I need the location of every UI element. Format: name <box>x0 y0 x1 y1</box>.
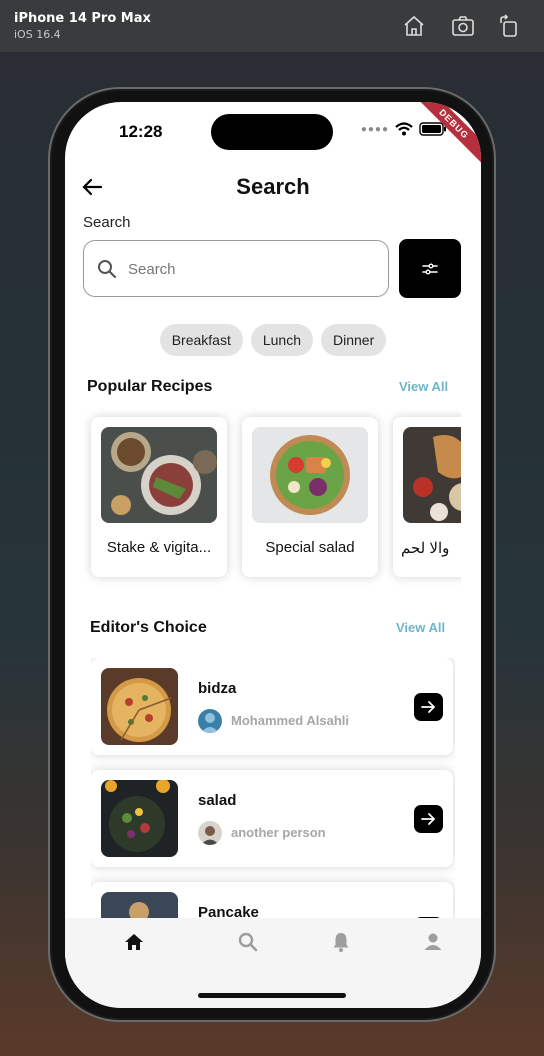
filter-button[interactable] <box>399 239 461 298</box>
signal-icon: ●●●● <box>360 123 389 135</box>
chip-lunch[interactable]: Lunch <box>250 324 314 356</box>
avatar <box>198 821 222 845</box>
simulator-os-version: iOS 16.4 <box>14 28 61 41</box>
search-field[interactable] <box>83 240 389 297</box>
nav-search[interactable] <box>236 930 260 954</box>
arrow-right-icon <box>421 813 436 825</box>
recipe-name: salad <box>198 792 237 809</box>
popular-recipes-title: Popular Recipes <box>87 378 213 395</box>
nav-profile[interactable] <box>421 930 445 954</box>
home-icon[interactable] <box>402 14 426 38</box>
recipe-image <box>403 427 461 523</box>
list-item[interactable]: bidza Mohammed Alsahli <box>91 658 453 755</box>
chip-breakfast[interactable]: Breakfast <box>159 324 243 356</box>
simulator-device-name: iPhone 14 Pro Max <box>14 11 151 26</box>
open-recipe-button[interactable] <box>414 805 443 833</box>
arrow-right-icon <box>421 701 436 713</box>
recipe-name: bidza <box>198 680 237 697</box>
editors-choice-title: Editor's Choice <box>90 619 207 636</box>
simulator-toolbar: iPhone 14 Pro Max iOS 16.4 <box>0 0 544 52</box>
status-time: 12:28 <box>119 122 163 141</box>
recipe-name: Special salad <box>265 539 355 556</box>
list-item[interactable]: Pancake <box>91 882 453 918</box>
popular-view-all-link[interactable]: View All <box>399 379 448 394</box>
screenshot-icon[interactable] <box>451 14 475 38</box>
home-indicator[interactable] <box>198 993 346 998</box>
recipe-author: another person <box>231 825 326 840</box>
recipe-name: Stake & vigita... <box>106 539 212 556</box>
search-input[interactable] <box>128 255 378 283</box>
recipe-image <box>252 427 368 523</box>
search-icon <box>98 260 117 279</box>
dynamic-island <box>211 114 333 150</box>
recipe-name: والا لحم <box>401 540 450 557</box>
search-icon <box>238 932 258 952</box>
recipe-card[interactable]: والا لحم <box>393 417 461 577</box>
person-icon <box>424 933 442 950</box>
page-title: Search <box>236 174 310 199</box>
search-label: Search <box>83 214 131 231</box>
recipe-name: Pancake <box>198 904 259 918</box>
category-chips: Breakfast Lunch Dinner <box>65 324 481 356</box>
chip-dinner[interactable]: Dinner <box>321 324 387 356</box>
nav-notifications[interactable] <box>329 930 353 954</box>
editors-choice-list[interactable]: bidza Mohammed Alsahli salad another per… <box>91 658 455 918</box>
recipe-image <box>101 668 178 745</box>
home-icon <box>125 934 143 950</box>
nav-home[interactable] <box>122 930 146 954</box>
app-screen: 12:28 ●●●● DEBUG Search Search Breakfast… <box>65 102 481 1008</box>
recipe-image <box>101 780 178 857</box>
recipe-card[interactable]: Stake & vigita... <box>91 417 227 577</box>
popular-recipes-list[interactable]: Stake & vigita... Special salad والا لحم <box>83 407 461 587</box>
rotate-icon[interactable] <box>497 14 521 38</box>
recipe-author: Mohammed Alsahli <box>231 713 349 728</box>
recipe-image <box>101 892 178 918</box>
open-recipe-button[interactable] <box>414 693 443 721</box>
filter-icon <box>422 263 438 275</box>
editors-choice-view-all-link[interactable]: View All <box>396 620 445 635</box>
recipe-image <box>101 427 217 523</box>
recipe-card[interactable]: Special salad <box>242 417 378 577</box>
bell-icon <box>333 933 349 952</box>
list-item[interactable]: salad another person <box>91 770 453 867</box>
avatar <box>198 709 222 733</box>
wifi-icon <box>395 122 413 136</box>
status-icons: ●●●● <box>361 122 447 136</box>
